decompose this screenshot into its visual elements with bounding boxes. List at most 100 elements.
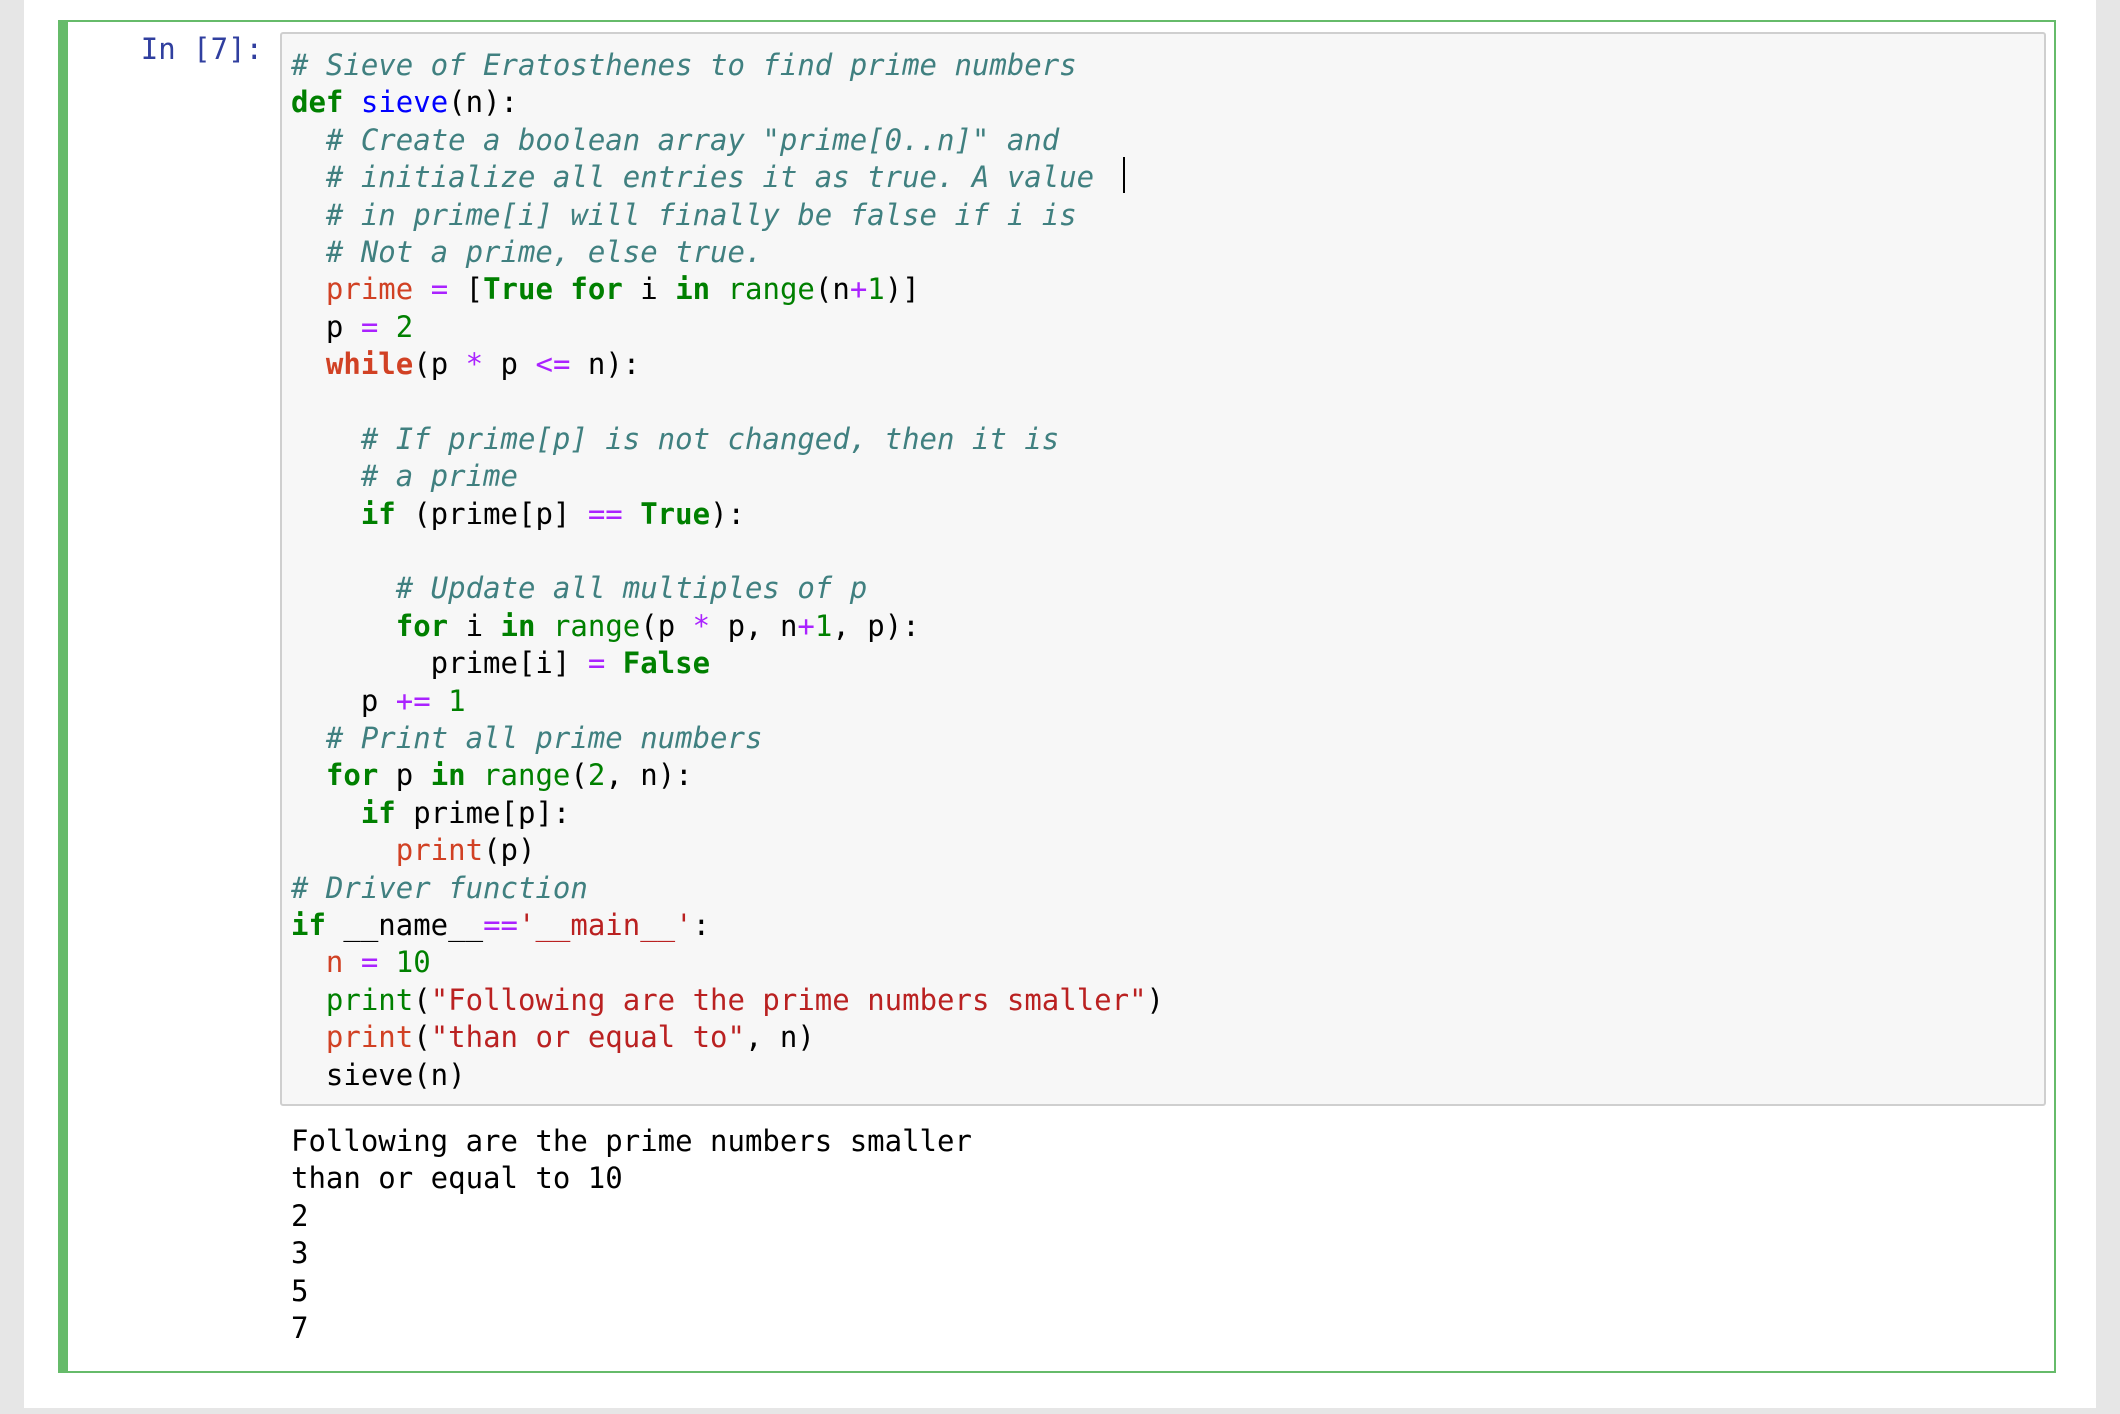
- code-token: True: [640, 496, 711, 531]
- code-token: =: [430, 272, 449, 307]
- code-token: (n):: [448, 85, 519, 120]
- code-token: # Update all multiples of p: [395, 571, 868, 606]
- code-token: 2: [587, 758, 606, 793]
- code-token: p, n: [710, 608, 798, 643]
- code-line: # a prime: [291, 458, 1164, 495]
- code-token: print: [325, 1020, 414, 1055]
- code-token: ): [1146, 982, 1165, 1017]
- code-line: # in prime[i] will finally be false if i…: [291, 197, 1164, 234]
- code-line: p += 1: [291, 683, 1164, 720]
- code-token: # Not a prime, else true.: [325, 234, 763, 269]
- code-token: )]: [884, 272, 920, 307]
- code-token: :: [692, 907, 711, 942]
- output-line: 2: [291, 1198, 309, 1233]
- cell-selection-bar: [58, 20, 68, 1373]
- code-token: +: [849, 272, 868, 307]
- code-token: 1: [867, 272, 885, 307]
- code-token: (p: [413, 347, 466, 382]
- code-token: i: [448, 608, 501, 643]
- code-token: # If prime[p] is not changed, then it is: [360, 421, 1060, 456]
- code-token: , n): [744, 1020, 815, 1055]
- code-token: in: [675, 272, 711, 307]
- code-token: True: [483, 272, 553, 307]
- code-line: # initialize all entries it as true. A v…: [291, 159, 1164, 196]
- code-token: (: [413, 982, 431, 1017]
- code-token: 1: [814, 608, 833, 643]
- code-token: +=: [395, 683, 431, 718]
- code-line: # Create a boolean array "prime[0..n]" a…: [291, 122, 1164, 159]
- code-token: (: [413, 1020, 431, 1055]
- code-token: p: [291, 683, 396, 718]
- code-line: # If prime[p] is not changed, then it is: [291, 421, 1164, 458]
- code-token: if: [360, 795, 396, 830]
- code-token: # Print all prime numbers: [325, 721, 763, 756]
- code-token: print: [325, 982, 414, 1017]
- code-token: False: [622, 646, 711, 681]
- code-token: prime[i]: [291, 646, 588, 681]
- code-token: if: [360, 496, 396, 531]
- code-token: [: [448, 272, 484, 307]
- code-token: # Create a boolean array "prime[0..n]" a…: [325, 122, 1060, 157]
- code-token: prime[p]:: [395, 795, 571, 830]
- code-token: (prime[p]: [395, 496, 588, 531]
- code-token: ==: [483, 907, 518, 942]
- code-token: for: [395, 608, 449, 643]
- output-line: Following are the prime numbers smaller: [291, 1124, 972, 1158]
- code-token: +: [797, 608, 815, 643]
- code-line: n = 10: [291, 944, 1164, 981]
- code-line: if __name__=='__main__':: [291, 907, 1164, 944]
- code-token: (p): [483, 833, 536, 868]
- code-token: sieve: [360, 85, 449, 120]
- code-token: 10: [395, 945, 431, 980]
- output-line: 5: [291, 1273, 309, 1308]
- code-line: # Update all multiples of p: [291, 570, 1164, 607]
- code-token: , p):: [832, 608, 920, 643]
- code-token: (p: [640, 608, 693, 643]
- code-token: <=: [535, 347, 571, 382]
- output-line: 3: [291, 1236, 309, 1271]
- code-token: # a prime: [360, 459, 518, 494]
- code-token: p: [291, 309, 361, 344]
- code-editor[interactable]: # Sieve of Eratosthenes to find prime nu…: [291, 47, 1164, 1094]
- code-token: p: [483, 347, 536, 382]
- code-token: (: [570, 758, 588, 793]
- code-line: for p in range(2, n):: [291, 757, 1164, 794]
- code-line: print(p): [291, 832, 1164, 869]
- code-token: ==: [587, 496, 623, 531]
- code-token: 1: [448, 683, 466, 718]
- code-line: print("Following are the prime numbers s…: [291, 982, 1164, 1019]
- code-line: if (prime[p] == True):: [291, 496, 1164, 533]
- code-token: =: [360, 945, 379, 980]
- input-prompt: In [7]:: [140, 32, 263, 66]
- code-token: n: [325, 945, 344, 980]
- code-token: while: [325, 347, 414, 382]
- code-token: # Driver function: [291, 870, 588, 905]
- cell-output: Following are the prime numbers smaller t…: [291, 1123, 972, 1347]
- code-line: prime = [True for i in range(n+1)]: [291, 271, 1164, 308]
- code-line: while(p * p <= n):: [291, 346, 1164, 383]
- code-token: __name__: [325, 907, 484, 942]
- code-token: , n):: [605, 758, 693, 793]
- code-line: # Sieve of Eratosthenes to find prime nu…: [291, 47, 1164, 84]
- code-line: p = 2: [291, 309, 1164, 346]
- code-token: "Following are the prime numbers smaller…: [430, 982, 1147, 1017]
